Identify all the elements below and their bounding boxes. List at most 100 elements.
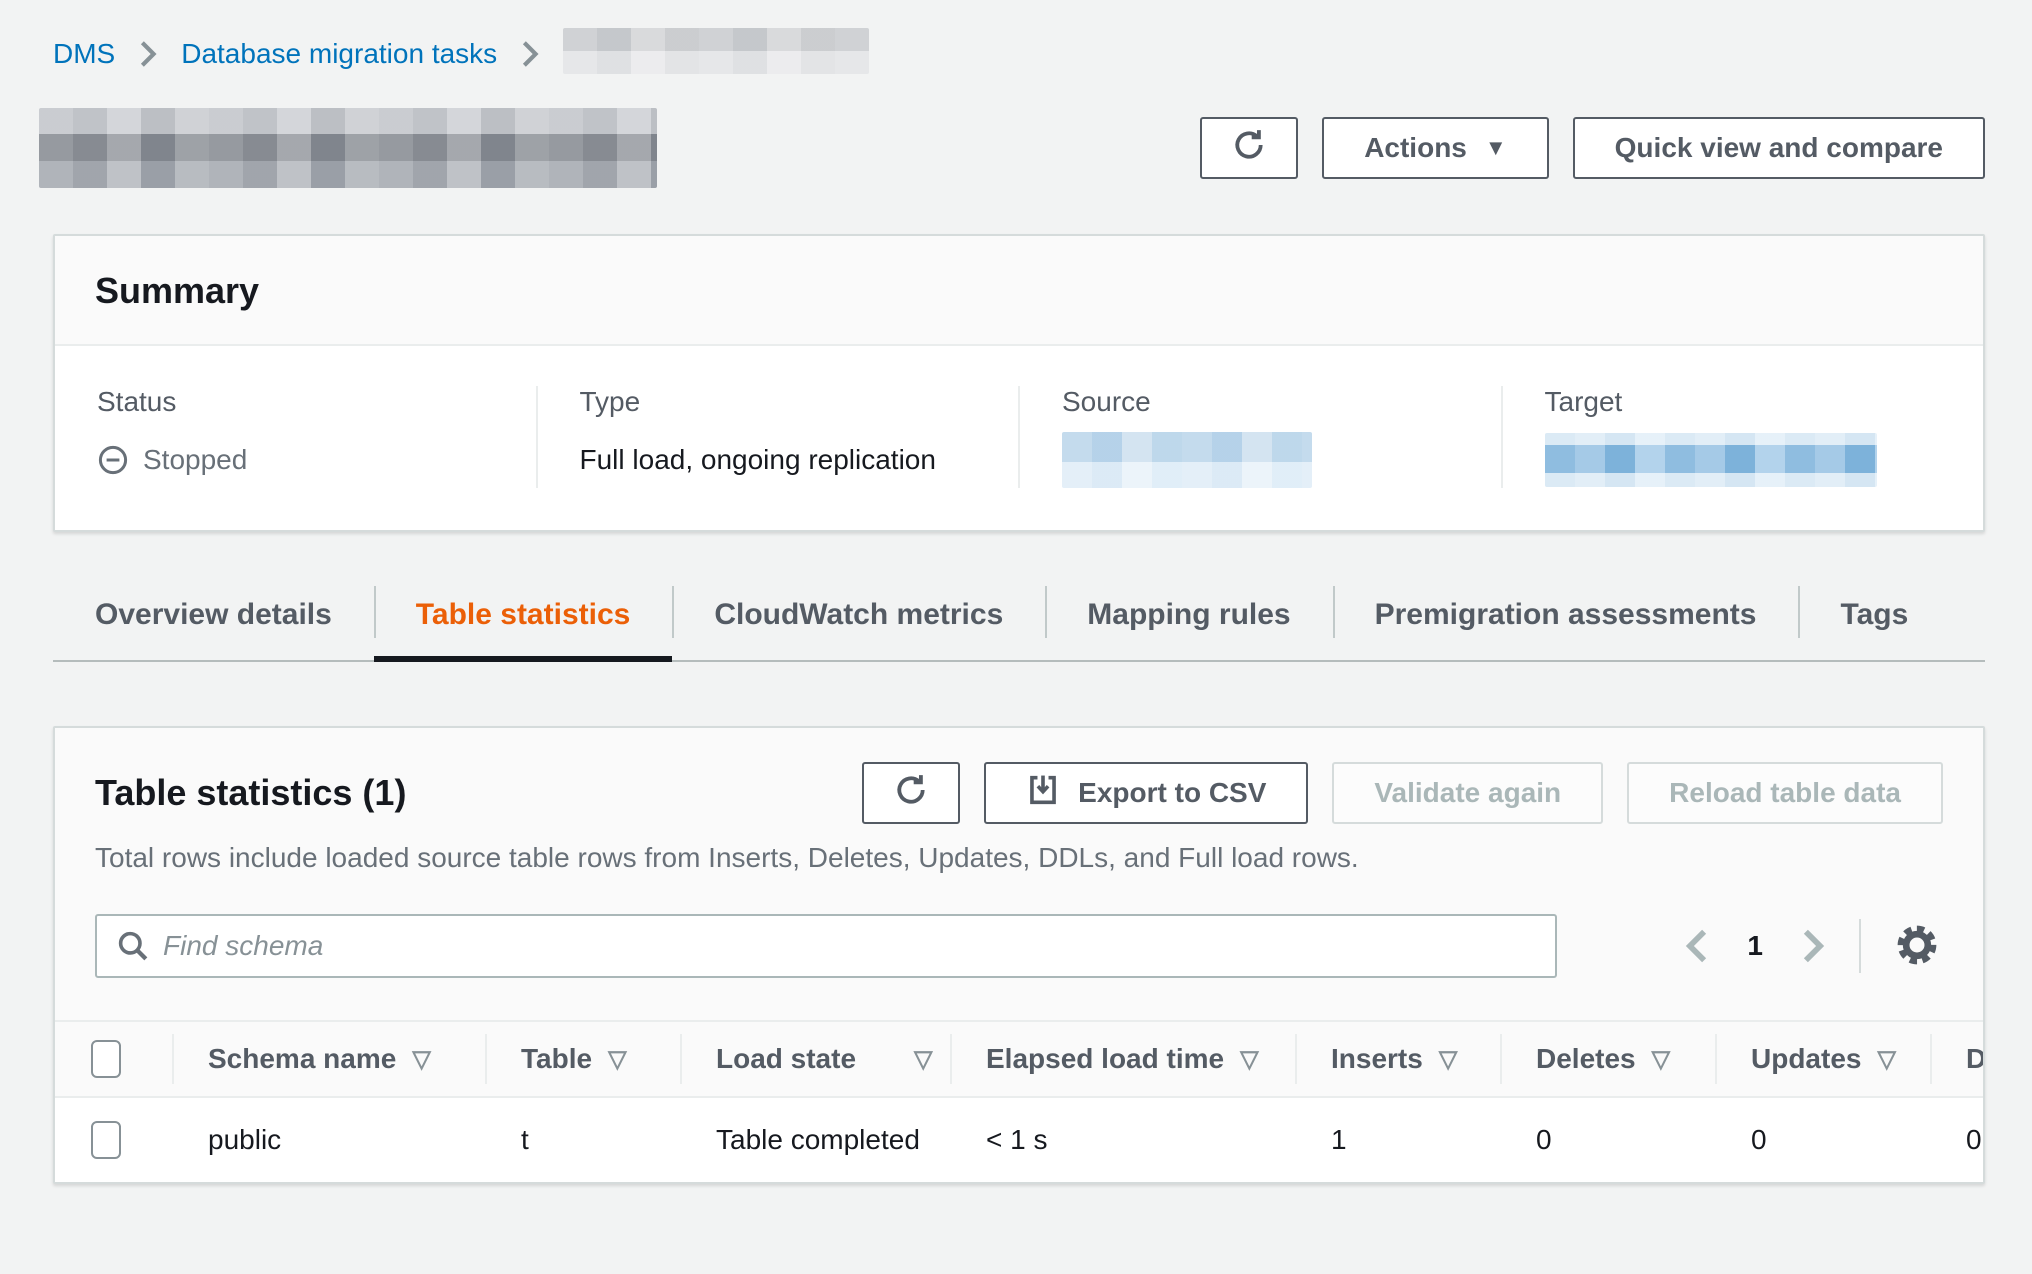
sort-caret-icon[interactable]: ▽ [1877,1045,1895,1074]
summary-field-target: Target [1501,386,1984,488]
schema-search [95,914,1557,978]
next-page-button[interactable] [1793,924,1833,968]
refresh-icon [893,772,929,815]
validate-again-label: Validate again [1374,777,1561,809]
validate-again-button[interactable]: Validate again [1332,762,1603,824]
breadcrumb-link-dms[interactable]: DMS [53,38,115,70]
refresh-button[interactable] [1200,117,1298,179]
table-refresh-button[interactable] [862,762,960,824]
column-label: Schema name [208,1043,396,1075]
column-label: Elapsed load time [986,1043,1224,1075]
chevron-right-icon [519,39,541,69]
cell-ddls: 0 [1930,1124,1983,1156]
table-header-row: Schema name ▽ Table ▽ Load state ▽ Elaps… [55,1020,1983,1098]
cell-schema-name: public [172,1124,485,1156]
cell-deletes: 0 [1500,1124,1715,1156]
cell-inserts: 1 [1295,1124,1500,1156]
summary-body: Status Stopped Type Full load, ongoing r… [55,346,1983,530]
export-to-csv-button[interactable]: Export to CSV [984,762,1308,824]
table-statistics-actions: Export to CSV Validate again Reload tabl… [862,762,1943,824]
previous-page-button[interactable] [1677,924,1717,968]
download-icon [1026,773,1060,814]
type-value: Full load, ongoing replication [580,432,989,488]
column-header-updates[interactable]: Updates ▽ [1715,1022,1930,1096]
cell-table: t [485,1124,680,1156]
header-select-all-cell [55,1022,172,1096]
search-icon [115,928,151,964]
column-label: Inserts [1331,1043,1423,1075]
header-actions: Actions ▼ Quick view and compare [1200,117,1985,179]
quick-view-button-label: Quick view and compare [1615,132,1943,164]
column-label: Deletes [1536,1043,1636,1075]
breadcrumb: DMS Database migration tasks [53,0,1985,74]
export-to-csv-label: Export to CSV [1078,777,1266,809]
type-label: Type [580,386,989,418]
tab-mapping-rules[interactable]: Mapping rules [1045,582,1332,662]
sort-caret-icon[interactable]: ▽ [1439,1045,1457,1074]
pagination: 1 [1677,919,1943,973]
actions-button[interactable]: Actions ▼ [1322,117,1548,179]
table-statistics-header: Table statistics (1) Export to CSV [55,728,1983,824]
quick-view-and-compare-button[interactable]: Quick view and compare [1573,117,1985,179]
column-header-load-state[interactable]: Load state ▽ [680,1022,950,1096]
cell-elapsed-load-time: < 1 s [950,1124,1295,1156]
column-label: Updates [1751,1043,1861,1075]
stopped-status-icon [97,444,129,476]
breadcrumb-current-redacted [563,28,869,74]
actions-button-label: Actions [1364,132,1467,164]
column-header-elapsed-load-time[interactable]: Elapsed load time ▽ [950,1022,1295,1096]
dms-task-detail-page: DMS Database migration tasks Actions [0,0,2032,1274]
tab-table-statistics[interactable]: Table statistics [374,582,673,662]
chevron-right-icon [137,39,159,69]
filter-row: 1 [55,874,1983,978]
sort-caret-icon[interactable]: ▽ [608,1045,626,1074]
column-header-table[interactable]: Table ▽ [485,1022,680,1096]
column-label: Load state [716,1043,856,1075]
table-statistics-table: Schema name ▽ Table ▽ Load state ▽ Elaps… [55,1020,1983,1182]
reload-table-data-label: Reload table data [1669,777,1901,809]
reload-table-data-button[interactable]: Reload table data [1627,762,1943,824]
tab-overview-details[interactable]: Overview details [53,582,374,662]
cell-load-state: Table completed [680,1124,950,1156]
column-header-schema-name[interactable]: Schema name ▽ [172,1022,485,1096]
breadcrumb-link-migration-tasks[interactable]: Database migration tasks [181,38,497,70]
table-statistics-title: Table statistics (1) [95,772,406,814]
target-link-redacted[interactable] [1545,433,1877,487]
pagination-divider [1859,919,1861,973]
column-header-deletes[interactable]: Deletes ▽ [1500,1022,1715,1096]
refresh-icon [1231,127,1267,170]
table-statistics-panel: Table statistics (1) Export to CSV [53,726,1985,1184]
summary-field-type: Type Full load, ongoing replication [536,386,1019,488]
column-header-ddls[interactable]: DDLs [1930,1022,1983,1096]
source-link-redacted[interactable] [1062,432,1312,488]
table-statistics-description: Total rows include loaded source table r… [55,824,1983,874]
row-checkbox[interactable] [91,1121,121,1159]
sort-caret-icon[interactable]: ▽ [1240,1045,1258,1074]
summary-field-status: Status Stopped [55,386,536,488]
source-label: Source [1062,386,1471,418]
table-row: public t Table completed < 1 s 1 0 0 0 [55,1098,1983,1182]
find-schema-input[interactable] [95,914,1557,978]
sort-caret-icon[interactable]: ▽ [1652,1045,1670,1074]
table-preferences-button[interactable] [1891,920,1943,972]
column-header-inserts[interactable]: Inserts ▽ [1295,1022,1500,1096]
page-header: Actions ▼ Quick view and compare [53,108,1985,188]
summary-panel-header: Summary [55,236,1983,346]
tab-premigration-assessments[interactable]: Premigration assessments [1333,582,1799,662]
tab-tags[interactable]: Tags [1798,582,1950,662]
sort-caret-icon[interactable]: ▽ [412,1045,430,1074]
status-text: Stopped [143,444,247,476]
row-select-cell [55,1121,172,1159]
summary-field-source: Source [1018,386,1501,488]
current-page-number: 1 [1747,930,1763,962]
cell-updates: 0 [1715,1124,1930,1156]
gear-icon [1892,920,1942,973]
page-title-redacted [39,108,657,188]
tab-cloudwatch-metrics[interactable]: CloudWatch metrics [672,582,1045,662]
status-label: Status [97,386,506,418]
chevron-down-icon: ▼ [1485,137,1507,159]
sort-caret-icon[interactable]: ▽ [914,1045,932,1074]
select-all-checkbox[interactable] [91,1040,121,1078]
target-label: Target [1545,386,1954,418]
column-label: DDLs [1966,1043,1983,1075]
